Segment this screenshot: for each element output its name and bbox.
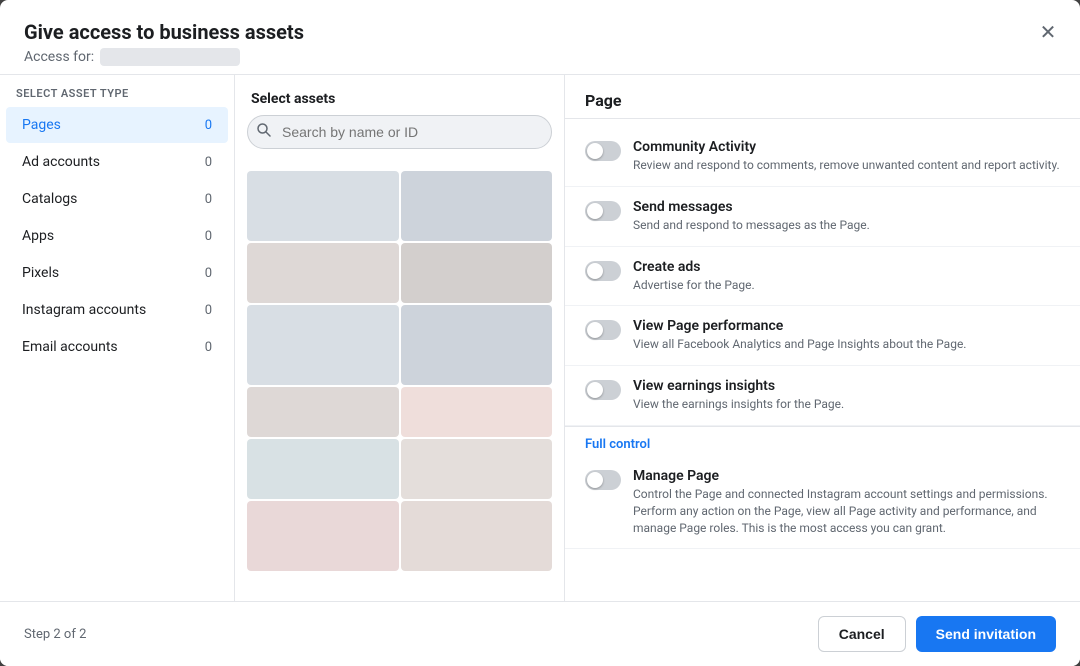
- permission-item: Community Activity Review and respond to…: [565, 127, 1080, 187]
- mosaic-cell: [247, 171, 399, 241]
- modal-body: Select asset type Pages0Ad accounts0Cata…: [0, 75, 1080, 601]
- close-icon: ✕: [1040, 20, 1057, 45]
- permission-title: Manage Page: [633, 468, 1060, 484]
- asset-type-item-count: 0: [192, 303, 212, 318]
- permission-item: Create ads Advertise for the Page.: [565, 247, 1080, 307]
- mosaic-cell: [247, 243, 399, 303]
- modal-overlay: Give access to business assets Access fo…: [0, 0, 1080, 666]
- permission-description: Review and respond to comments, remove u…: [633, 157, 1060, 174]
- close-button[interactable]: ✕: [1032, 16, 1064, 48]
- search-icon: [257, 123, 271, 141]
- mosaic-cell: [401, 171, 553, 241]
- permission-toggle[interactable]: [585, 261, 621, 281]
- permission-description: View the earnings insights for the Page.: [633, 396, 844, 413]
- mosaic-cell: [401, 387, 553, 437]
- permission-content: Manage Page Control the Page and connect…: [633, 468, 1060, 536]
- mosaic-cell: [401, 439, 553, 499]
- permission-description: Send and respond to messages as the Page…: [633, 217, 870, 234]
- permission-toggle[interactable]: [585, 470, 621, 490]
- permission-item: Send messages Send and respond to messag…: [565, 187, 1080, 247]
- modal-footer: Step 2 of 2 Cancel Send invitation: [0, 601, 1080, 666]
- permission-title: View Page performance: [633, 318, 966, 334]
- permission-toggle[interactable]: [585, 141, 621, 161]
- asset-type-item-ad_accounts[interactable]: Ad accounts 0: [6, 144, 228, 180]
- permission-title: Community Activity: [633, 139, 1060, 155]
- mosaic-cell: [401, 243, 553, 303]
- permission-toggle[interactable]: [585, 320, 621, 340]
- permission-content: Community Activity Review and respond to…: [633, 139, 1060, 174]
- full-control-divider: Full control: [565, 426, 1080, 456]
- mosaic-cell: [401, 501, 553, 571]
- permission-content: View Page performance View all Facebook …: [633, 318, 966, 353]
- permission-content: Send messages Send and respond to messag…: [633, 199, 870, 234]
- modal-subtitle: Access for:: [24, 48, 1056, 66]
- modal-title: Give access to business assets: [24, 20, 1056, 44]
- permissions-panel: Page Community Activity Review and respo…: [565, 75, 1080, 601]
- mosaic-cell: [401, 305, 553, 385]
- access-for-label: Access for:: [24, 49, 94, 65]
- asset-type-item-label: Catalogs: [22, 191, 77, 207]
- permissions-header: Page: [565, 75, 1080, 119]
- mosaic-cell: [247, 439, 399, 499]
- permission-description: View all Facebook Analytics and Page Ins…: [633, 336, 966, 353]
- mosaic-cell: [247, 387, 399, 437]
- search-input[interactable]: [247, 115, 552, 149]
- permission-description: Advertise for the Page.: [633, 277, 755, 294]
- permission-title: Create ads: [633, 259, 755, 275]
- permission-item: View Page performance View all Facebook …: [565, 306, 1080, 366]
- cancel-button[interactable]: Cancel: [818, 616, 906, 652]
- asset-type-item-count: 0: [192, 229, 212, 244]
- step-indicator: Step 2 of 2: [24, 627, 86, 642]
- permission-toggle[interactable]: [585, 380, 621, 400]
- asset-type-item-label: Apps: [22, 228, 54, 244]
- asset-type-item-label: Instagram accounts: [22, 302, 146, 318]
- asset-type-item-apps[interactable]: Apps 0: [6, 218, 228, 254]
- asset-type-label: Select asset type: [0, 75, 234, 106]
- asset-type-item-pixels[interactable]: Pixels 0: [6, 255, 228, 291]
- mosaic-cell: [247, 501, 399, 571]
- permission-description: Control the Page and connected Instagram…: [633, 486, 1060, 536]
- asset-type-panel: Select asset type Pages0Ad accounts0Cata…: [0, 75, 235, 601]
- asset-type-item-label: Ad accounts: [22, 154, 100, 170]
- modal-header: Give access to business assets Access fo…: [0, 0, 1080, 75]
- search-box: [247, 115, 552, 149]
- asset-type-item-count: 0: [192, 266, 212, 281]
- access-for-value: [100, 48, 240, 66]
- permission-item: View earnings insights View the earnings…: [565, 366, 1080, 426]
- permission-item: Manage Page Control the Page and connect…: [565, 456, 1080, 549]
- permission-title: Send messages: [633, 199, 870, 215]
- asset-type-item-pages[interactable]: Pages 0: [6, 107, 228, 143]
- asset-type-item-count: 0: [192, 118, 212, 133]
- send-invitation-button[interactable]: Send invitation: [916, 616, 1056, 652]
- assets-list: [235, 159, 564, 601]
- asset-type-item-label: Email accounts: [22, 339, 118, 355]
- asset-type-item-label: Pages: [22, 117, 61, 133]
- select-assets-label: Select assets: [235, 75, 564, 115]
- mosaic-cell: [247, 305, 399, 385]
- permissions-list: Community Activity Review and respond to…: [565, 119, 1080, 601]
- asset-type-item-count: 0: [192, 192, 212, 207]
- permission-content: View earnings insights View the earnings…: [633, 378, 844, 413]
- asset-type-item-label: Pixels: [22, 265, 59, 281]
- permission-toggle[interactable]: [585, 201, 621, 221]
- permission-content: Create ads Advertise for the Page.: [633, 259, 755, 294]
- asset-type-item-count: 0: [192, 155, 212, 170]
- asset-type-item-email_accounts[interactable]: Email accounts 0: [6, 329, 228, 365]
- asset-type-list: Pages0Ad accounts0Catalogs0Apps0Pixels0I…: [0, 106, 234, 366]
- mosaic-grid: [235, 163, 564, 579]
- asset-type-item-count: 0: [192, 340, 212, 355]
- select-assets-panel: Select assets: [235, 75, 565, 601]
- asset-type-item-instagram_accounts[interactable]: Instagram accounts 0: [6, 292, 228, 328]
- asset-type-item-catalogs[interactable]: Catalogs 0: [6, 181, 228, 217]
- footer-actions: Cancel Send invitation: [818, 616, 1056, 652]
- permission-title: View earnings insights: [633, 378, 844, 394]
- modal: Give access to business assets Access fo…: [0, 0, 1080, 666]
